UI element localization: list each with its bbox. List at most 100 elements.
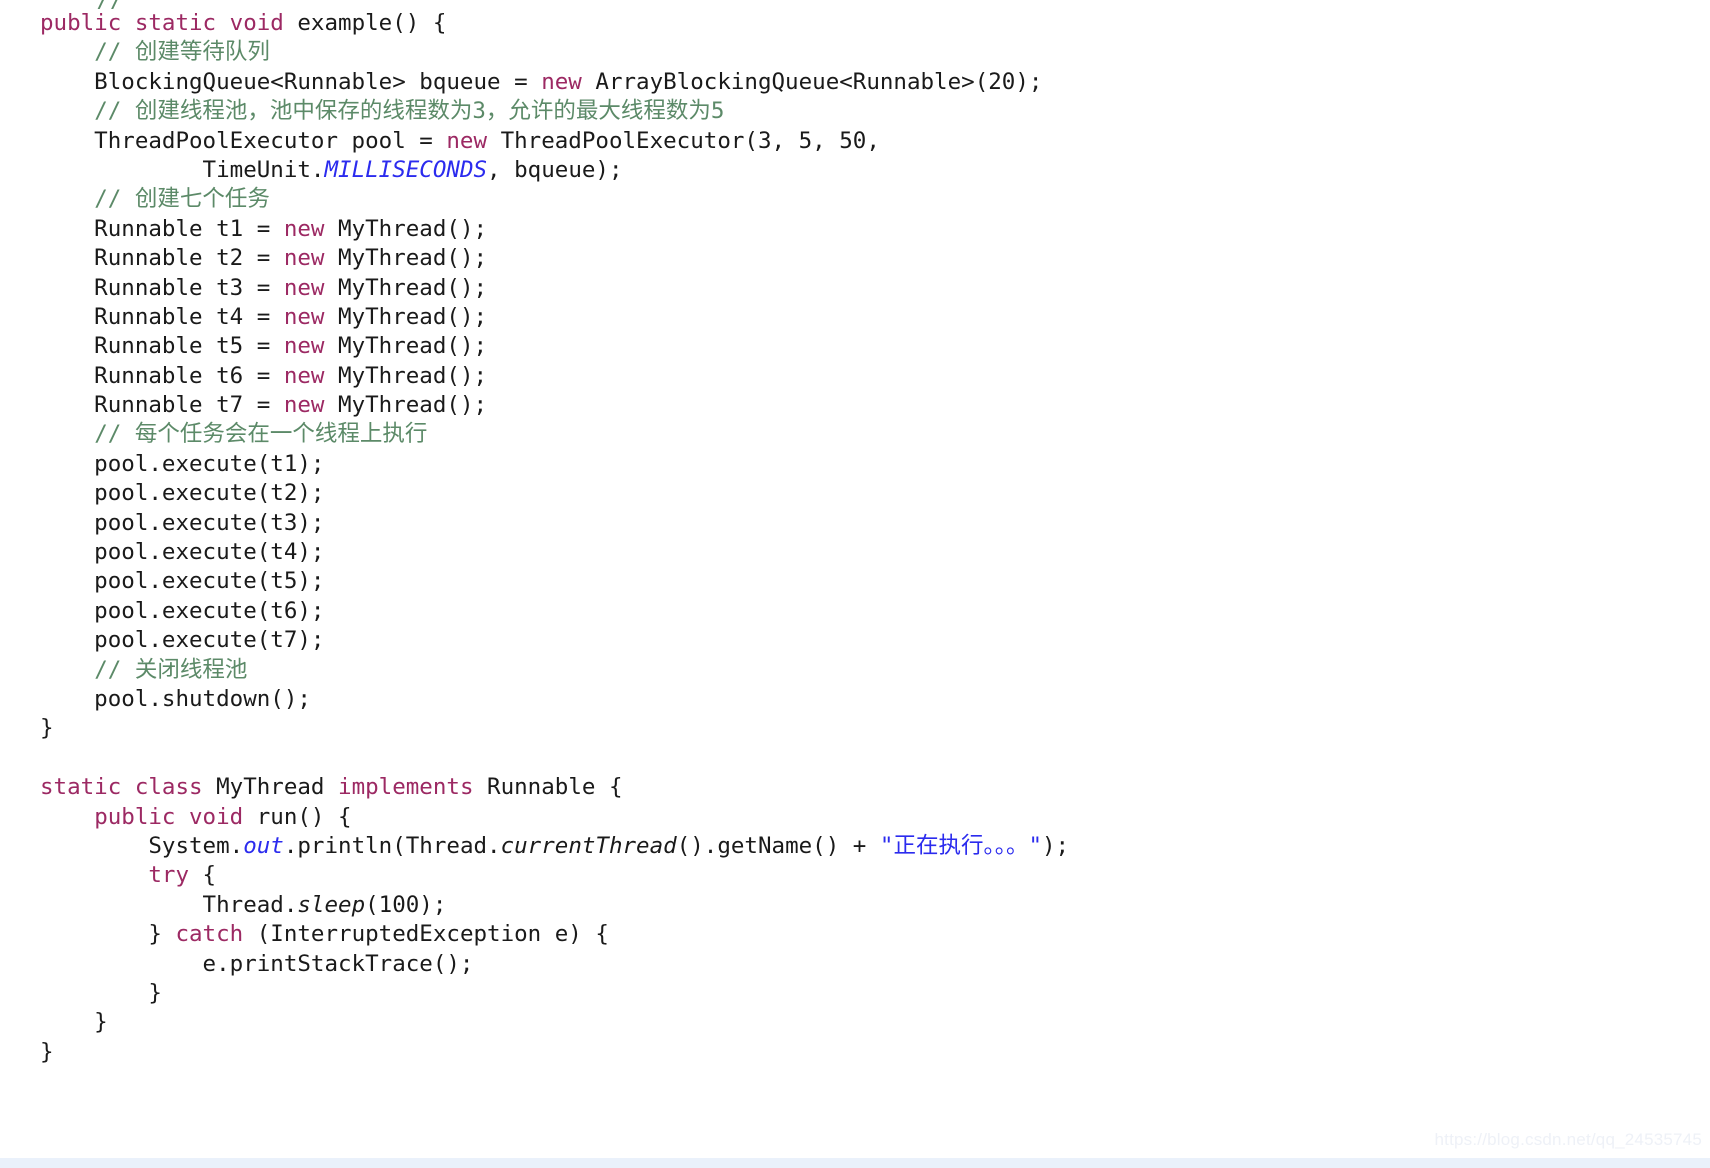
code-token-kw: static class xyxy=(40,774,203,801)
code-token-plain: pool.shutdown(); xyxy=(40,685,311,712)
code-token-com: // 每个任务会在一个线程上执行 xyxy=(94,421,428,448)
code-token-plain: ().getName() + xyxy=(676,832,880,859)
code-line: // 创建线程池，池中保存的线程数为3，允许的最大线程数为5 xyxy=(0,97,1710,126)
code-line: BlockingQueue<Runnable> bqueue = new Arr… xyxy=(0,68,1710,97)
code-token-com: // xyxy=(94,0,121,9)
code-line: Runnable t5 = new MyThread(); xyxy=(0,332,1710,361)
code-token-kw: try xyxy=(148,862,190,889)
code-line: Runnable t3 = new MyThread(); xyxy=(0,274,1710,303)
code-token-plain: (InterruptedException e) { xyxy=(243,921,609,948)
code-line: pool.execute(t5); xyxy=(0,567,1710,596)
code-token-plain: Runnable t5 = xyxy=(40,333,284,360)
code-token-plain: } xyxy=(40,921,176,948)
code-token-plain: MyThread(); xyxy=(324,303,488,330)
code-block[interactable]: //public static void example() { // 创建等待… xyxy=(0,0,1710,1067)
code-line: ThreadPoolExecutor pool = new ThreadPool… xyxy=(0,127,1710,156)
code-line: Thread.sleep(100); xyxy=(0,891,1710,920)
code-token-plain: Runnable t1 = xyxy=(40,215,284,242)
code-token-ital: currentThread xyxy=(500,832,677,859)
code-token-plain: { xyxy=(189,862,217,889)
code-token-kw: new xyxy=(283,333,325,360)
code-token-kw: new xyxy=(283,303,325,330)
code-line: } xyxy=(0,1008,1710,1037)
code-line: pool.execute(t7); xyxy=(0,626,1710,655)
code-token-plain: ArrayBlockingQueue<Runnable>(20); xyxy=(581,68,1043,95)
code-token-kw: public void xyxy=(94,803,244,830)
code-line: Runnable t4 = new MyThread(); xyxy=(0,303,1710,332)
code-token-plain: BlockingQueue<Runnable> bqueue = xyxy=(40,68,542,95)
code-line: Runnable t7 = new MyThread(); xyxy=(0,391,1710,420)
code-line: pool.execute(t2); xyxy=(0,479,1710,508)
code-line: // 每个任务会在一个线程上执行 xyxy=(0,420,1710,449)
code-line: } xyxy=(0,1038,1710,1067)
code-token-kw: catch xyxy=(175,921,244,948)
code-line: static class MyThread implements Runnabl… xyxy=(0,773,1710,802)
code-token-plain: e.printStackTrace(); xyxy=(40,950,474,977)
code-token-plain: MyThread(); xyxy=(324,215,488,242)
code-line: // xyxy=(0,0,1710,9)
code-line: pool.execute(t6); xyxy=(0,597,1710,626)
code-screenshot: //public static void example() { // 创建等待… xyxy=(0,0,1710,1168)
code-line: TimeUnit.MILLISECONDS, bqueue); xyxy=(0,156,1710,185)
code-token-plain: ThreadPoolExecutor pool = xyxy=(40,127,447,154)
code-token-plain: MyThread(); xyxy=(324,274,488,301)
code-token-kw: new xyxy=(283,362,325,389)
code-token-plain: MyThread(); xyxy=(324,362,488,389)
code-line: e.printStackTrace(); xyxy=(0,950,1710,979)
code-token-plain: Runnable t2 = xyxy=(40,245,284,272)
code-token-com: // 创建等待队列 xyxy=(94,39,270,66)
code-line: pool.execute(t4); xyxy=(0,538,1710,567)
code-token-plain: pool.execute(t1); xyxy=(40,450,325,477)
code-token-plain: ); xyxy=(1042,832,1070,859)
code-line: // 关闭线程池 xyxy=(0,656,1710,685)
code-token-plain: pool.execute(t2); xyxy=(40,480,325,507)
code-token-plain: ThreadPoolExecutor(3, 5, 50, xyxy=(487,127,880,154)
code-line: pool.shutdown(); xyxy=(0,685,1710,714)
code-token-plain: } xyxy=(40,1038,54,1065)
code-line: } xyxy=(0,979,1710,1008)
code-token-com: // 创建线程池，池中保存的线程数为3，允许的最大线程数为5 xyxy=(94,98,725,125)
code-line: // 创建七个任务 xyxy=(0,185,1710,214)
code-line: } xyxy=(0,714,1710,743)
code-token-kw: new xyxy=(283,245,325,272)
code-token-plain: Runnable t6 = xyxy=(40,362,284,389)
code-token-static: out xyxy=(243,832,284,859)
code-token-plain: example() { xyxy=(283,10,447,36)
code-token-kw: new xyxy=(283,274,325,301)
code-token-plain: Thread. xyxy=(40,891,298,918)
code-token-plain: pool.execute(t3); xyxy=(40,509,325,536)
code-token-ital: sleep xyxy=(297,891,366,918)
code-token-kw: new xyxy=(541,68,582,95)
code-line: } catch (InterruptedException e) { xyxy=(0,920,1710,949)
code-token-plain: MyThread(); xyxy=(324,392,488,419)
code-token-plain: } xyxy=(40,979,162,1006)
code-line: pool.execute(t3); xyxy=(0,509,1710,538)
code-token-plain: , bqueue); xyxy=(487,156,623,183)
code-token-plain: Runnable t7 = xyxy=(40,392,284,419)
code-line: Runnable t1 = new MyThread(); xyxy=(0,215,1710,244)
code-line xyxy=(0,744,1710,773)
code-token-plain: MyThread(); xyxy=(324,333,488,360)
code-token-plain: Runnable t3 = xyxy=(40,274,284,301)
code-token-plain: .println(Thread. xyxy=(283,832,501,859)
code-token-kw: new xyxy=(283,392,325,419)
code-token-plain: pool.execute(t7); xyxy=(40,627,325,654)
code-token-str: "正在执行。。。" xyxy=(879,832,1042,859)
code-token-kw: public static void xyxy=(40,10,284,36)
code-token-plain: Runnable t4 = xyxy=(40,303,284,330)
watermark-url: https://blog.csdn.net/qq_24535745 xyxy=(1434,1130,1702,1149)
code-line: public void run() { xyxy=(0,803,1710,832)
code-token-plain: run() { xyxy=(243,803,352,830)
code-line: System.out.println(Thread.currentThread(… xyxy=(0,832,1710,861)
code-token-plain: } xyxy=(40,1009,108,1036)
code-token-kw: new xyxy=(446,127,488,154)
code-token-kw: new xyxy=(283,215,325,242)
